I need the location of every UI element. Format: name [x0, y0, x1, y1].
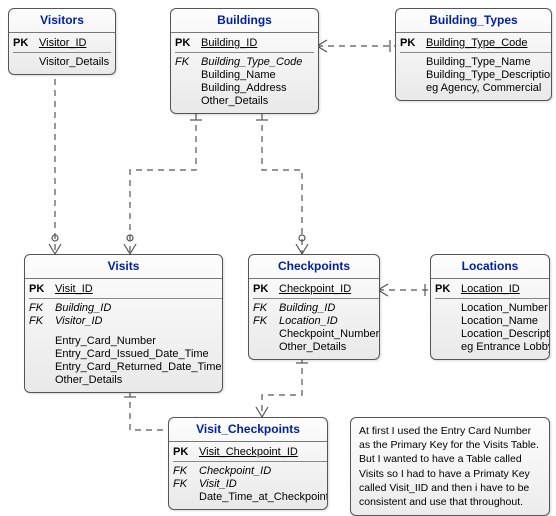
- attr: Building_ID: [55, 302, 222, 314]
- entity-title: Locations: [431, 255, 549, 279]
- pk-name: Visit_Checkpoint_ID: [199, 446, 328, 458]
- pk-name: Building_ID: [201, 37, 314, 49]
- pk-label: PK: [253, 283, 277, 295]
- pk-label: PK: [173, 446, 197, 458]
- attr: Other_Details: [279, 341, 379, 353]
- design-note: At first I used the Entry Card Number as…: [350, 417, 550, 516]
- attr: Location_Number: [461, 302, 550, 314]
- fk-label: FK: [253, 315, 277, 327]
- attr: eg Agency, Commercial: [426, 82, 552, 94]
- attr: Entry_Card_Number: [55, 335, 222, 347]
- pk-label: PK: [175, 37, 199, 49]
- attr: Entry_Card_Returned_Date_Time: [55, 361, 222, 373]
- attr: Building_Type_Description: [426, 69, 552, 81]
- attr: Location_Description: [461, 328, 550, 340]
- fk-label: FK: [175, 56, 199, 68]
- attr: Location_ID: [279, 315, 379, 327]
- attr: Checkpoint_ID: [199, 465, 328, 477]
- fk-label: FK: [29, 315, 53, 327]
- entity-title: Visitors: [9, 9, 115, 33]
- attr: Entry_Card_Issued_Date_Time: [55, 348, 222, 360]
- attr: Visitor_ID: [55, 315, 222, 327]
- pk-name: Visit_ID: [55, 283, 222, 295]
- attr: Other_Details: [55, 374, 222, 386]
- entity-buildings: Buildings PK Building_ID FK Building_Typ…: [170, 8, 319, 114]
- pk-name: Building_Type_Code: [426, 37, 552, 49]
- pk-label: PK: [435, 283, 459, 295]
- attr: Visit_ID: [199, 478, 328, 490]
- attr: Location_Name: [461, 315, 550, 327]
- pk-label: PK: [13, 37, 37, 49]
- attr: Building_ID: [279, 302, 379, 314]
- fk-label: FK: [253, 302, 277, 314]
- entity-visit-checkpoints: Visit_Checkpoints PK Visit_Checkpoint_ID…: [168, 417, 328, 510]
- entity-title: Checkpoints: [249, 255, 379, 279]
- entity-title: Visits: [25, 255, 222, 279]
- attr: Building_Type_Name: [426, 56, 552, 68]
- pk-name: Visitor_ID: [39, 37, 111, 49]
- note-text: At first I used the Entry Card Number as…: [359, 425, 539, 508]
- attr: Building_Type_Code: [201, 56, 314, 68]
- fk-label: FK: [173, 465, 197, 477]
- pk-label: PK: [400, 37, 424, 49]
- entity-checkpoints: Checkpoints PK Checkpoint_ID FK Building…: [248, 254, 380, 360]
- entity-visitors: Visitors PK Visitor_ID Visitor_Details: [8, 8, 116, 75]
- fk-label: FK: [173, 478, 197, 490]
- pk-name: Location_ID: [461, 283, 550, 295]
- attr: eg Entrance Lobby: [461, 341, 550, 353]
- attr: Building_Address: [201, 82, 314, 94]
- attr: Other_Details: [201, 95, 314, 107]
- entity-locations: Locations PK Location_ID Location_Number…: [430, 254, 550, 360]
- entity-visits: Visits PK Visit_ID FK Building_ID FK Vis…: [24, 254, 223, 393]
- entity-title: Building_Types: [396, 9, 551, 33]
- pk-label: PK: [29, 283, 53, 295]
- fk-label: FK: [29, 302, 53, 314]
- attr: Date_Time_at_Checkpoint: [199, 491, 328, 503]
- entity-building-types: Building_Types PK Building_Type_Code Bui…: [395, 8, 552, 101]
- attr: Checkpoint_Number: [279, 328, 379, 340]
- entity-title: Visit_Checkpoints: [169, 418, 327, 442]
- attr: Visitor_Details: [39, 56, 111, 68]
- pk-name: Checkpoint_ID: [279, 283, 379, 295]
- entity-title: Buildings: [171, 9, 318, 33]
- attr: Building_Name: [201, 69, 314, 81]
